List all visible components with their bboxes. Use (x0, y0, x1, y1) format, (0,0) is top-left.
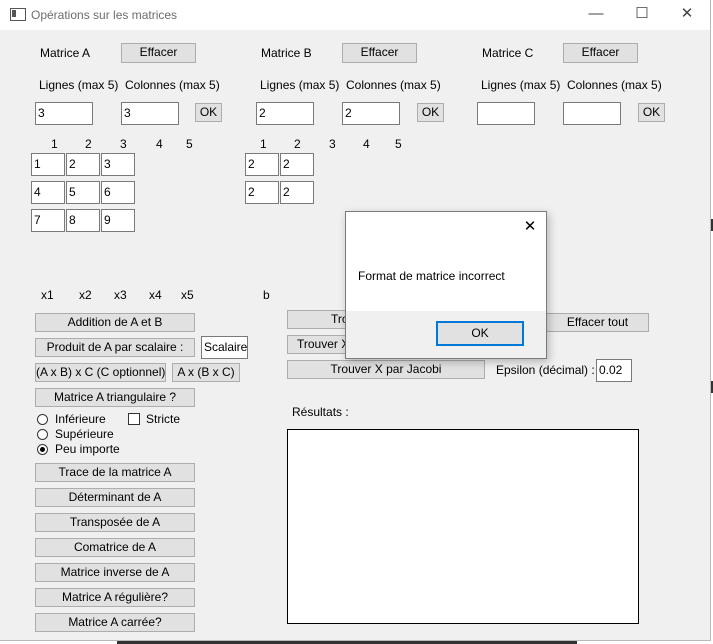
x3-label: x3 (114, 288, 127, 302)
matrix-c-cols-input[interactable] (563, 102, 621, 125)
triangular-button[interactable]: Matrice A triangulaire ? (35, 388, 195, 407)
matrix-a-cell[interactable]: 5 (66, 181, 100, 204)
matrix-a-cell[interactable]: 1 (31, 153, 65, 176)
matrix-c-ok-button[interactable]: OK (638, 103, 665, 122)
transpose-button[interactable]: Transposée de A (35, 513, 195, 532)
matrix-a-cell[interactable]: 2 (66, 153, 100, 176)
main-window: Opérations sur les matrices — ☐ ✕ Matric… (0, 0, 711, 641)
matrix-b-cols-input[interactable]: 2 (342, 102, 400, 125)
matrix-b-cell[interactable]: 2 (245, 153, 279, 176)
matrix-a-col-header: 1 (51, 137, 58, 151)
trace-button[interactable]: Trace de la matrice A (35, 463, 195, 482)
minimize-icon[interactable]: — (584, 4, 608, 24)
matrix-b-col-header: 2 (294, 137, 301, 151)
b-label: b (263, 288, 270, 302)
matrix-b-col-header: 5 (395, 137, 402, 151)
scalar-input[interactable]: Scalaire (201, 336, 248, 359)
lower-radio[interactable] (37, 414, 48, 425)
dialog-close-icon[interactable]: ✕ (518, 217, 542, 237)
error-dialog: ✕ Format de matrice incorrect OK (345, 211, 547, 359)
determinant-button[interactable]: Déterminant de A (35, 488, 195, 507)
matrix-a-cell[interactable]: 6 (101, 181, 135, 204)
matrix-a-cols-input[interactable]: 3 (121, 102, 179, 125)
matrix-a-cell[interactable]: 4 (31, 181, 65, 204)
matrix-a-col-header: 2 (85, 137, 92, 151)
matrix-b-label: Matrice B (261, 46, 312, 60)
title-bar: Opérations sur les matrices — ☐ ✕ (0, 0, 710, 30)
lower-label: Inférieure (55, 412, 106, 426)
upper-radio[interactable] (37, 429, 48, 440)
matrix-a-ok-button[interactable]: OK (195, 103, 222, 122)
results-label: Résultats : (292, 405, 349, 419)
axb-c-button[interactable]: (A x B) x C (C optionnel) (35, 363, 166, 382)
inverse-button[interactable]: Matrice inverse de A (35, 563, 195, 582)
matrix-c-label: Matrice C (482, 46, 534, 60)
close-icon[interactable]: ✕ (675, 4, 699, 24)
results-box[interactable] (287, 429, 639, 624)
square-button[interactable]: Matrice A carrée? (35, 613, 195, 632)
matrix-c-rows-input[interactable] (477, 102, 535, 125)
strict-checkbox[interactable] (128, 413, 140, 425)
any-label: Peu importe (55, 442, 120, 456)
matrix-b-rows-label: Lignes (max 5) (260, 78, 340, 92)
matrix-a-label: Matrice A (40, 46, 91, 60)
matrix-c-cols-label: Colonnes (max 5) (567, 78, 662, 92)
clear-b-button[interactable]: Effacer (342, 43, 417, 63)
app-icon (10, 8, 26, 21)
matrix-a-col-header: 5 (186, 137, 193, 151)
clear-c-button[interactable]: Effacer (563, 43, 638, 63)
strict-label: Stricte (146, 412, 181, 426)
matrix-b-ok-button[interactable]: OK (417, 103, 444, 122)
matrix-a-cell[interactable]: 9 (101, 209, 135, 232)
clear-all-button[interactable]: Effacer tout (546, 313, 649, 332)
matrix-b-col-header: 4 (363, 137, 370, 151)
matrix-a-col-header: 4 (156, 137, 163, 151)
scalar-product-button[interactable]: Produit de A par scalaire : (35, 338, 195, 357)
epsilon-input[interactable]: 0.02 (596, 359, 632, 382)
dialog-message: Format de matrice incorrect (358, 269, 505, 283)
window-title: Opérations sur les matrices (31, 8, 178, 22)
x1-label: x1 (41, 288, 54, 302)
matrix-b-col-header: 3 (329, 137, 336, 151)
x2-label: x2 (79, 288, 92, 302)
matrix-a-rows-label: Lignes (max 5) (39, 78, 119, 92)
regular-button[interactable]: Matrice A régulière? (35, 588, 195, 607)
matrix-b-col-header: 1 (260, 137, 267, 151)
matrix-a-rows-input[interactable]: 3 (35, 102, 93, 125)
x5-label: x5 (181, 288, 194, 302)
matrix-a-cell[interactable]: 8 (66, 209, 100, 232)
a-bxc-button[interactable]: A x (B x C) (172, 363, 240, 382)
matrix-c-rows-label: Lignes (max 5) (481, 78, 561, 92)
maximize-icon[interactable]: ☐ (630, 4, 654, 24)
epsilon-label: Epsilon (décimal) : (496, 363, 595, 377)
matrix-a-cell[interactable]: 3 (101, 153, 135, 176)
clear-a-button[interactable]: Effacer (121, 43, 196, 63)
upper-label: Supérieure (55, 427, 114, 441)
x4-label: x4 (149, 288, 162, 302)
dialog-ok-button[interactable]: OK (436, 321, 524, 346)
matrix-b-cell[interactable]: 2 (280, 181, 314, 204)
matrix-b-cols-label: Colonnes (max 5) (346, 78, 441, 92)
matrix-a-cell[interactable]: 7 (31, 209, 65, 232)
any-radio[interactable] (37, 444, 48, 455)
matrix-a-cols-label: Colonnes (max 5) (125, 78, 220, 92)
matrix-b-rows-input[interactable]: 2 (256, 102, 314, 125)
matrix-b-cell[interactable]: 2 (280, 153, 314, 176)
matrix-a-col-header: 3 (120, 137, 127, 151)
add-a-b-button[interactable]: Addition de A et B (35, 313, 195, 332)
jacobi-button[interactable]: Trouver X par Jacobi (287, 360, 485, 379)
matrix-b-cell[interactable]: 2 (245, 181, 279, 204)
comatrix-button[interactable]: Comatrice de A (35, 538, 195, 557)
